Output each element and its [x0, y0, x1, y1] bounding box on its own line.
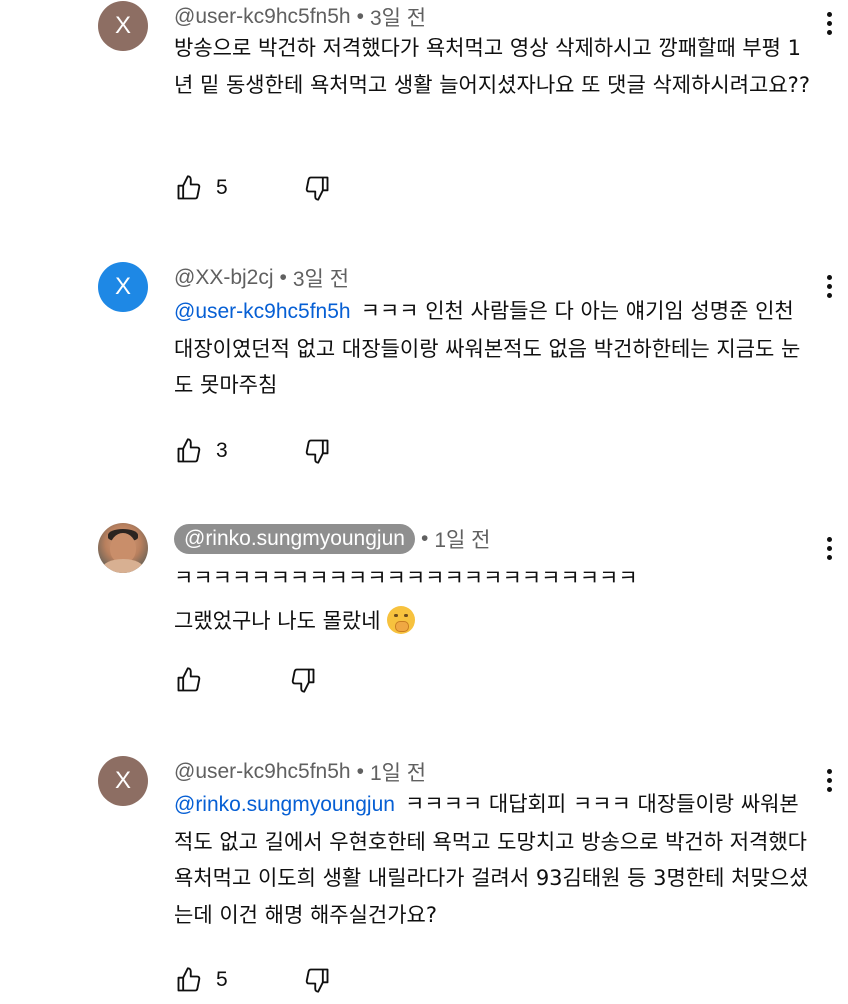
comment-text-content: 방송으로 박건하 저격했다가 욕처먹고 영상 삭제하시고 깡패할때 부평 1년 … [174, 36, 810, 97]
dislike-button[interactable] [302, 436, 332, 466]
comment-text: ㅋㅋㅋㅋㅋㅋㅋㅋㅋㅋㅋㅋㅋㅋㅋㅋㅋㅋㅋㅋㅋㅋㅋㅋ 그랬었구나 나도 몰랐네 [174, 560, 814, 639]
like-count: 5 [216, 176, 228, 199]
comment-actions [174, 665, 318, 695]
like-count: 5 [216, 968, 228, 991]
comment-text-content: 그랬었구나 나도 몰랐네 [174, 608, 381, 633]
meta-separator: • [356, 5, 364, 28]
thumbs-down-icon [305, 176, 329, 201]
comment-text: @user-kc9hc5fn5h ㅋㅋㅋ 인천 사람들은 다 아는 얘기임 성명준… [174, 293, 814, 404]
like-button[interactable] [174, 173, 204, 203]
thumbs-up-icon [177, 967, 201, 992]
thumbs-up-icon [177, 667, 201, 692]
dislike-button[interactable] [288, 665, 318, 695]
dislike-button[interactable] [302, 965, 332, 995]
comment-mention-link[interactable]: @rinko.sungmyoungjun [174, 793, 395, 816]
comment-author-handle[interactable]: @rinko.sungmyoungjun [174, 524, 415, 554]
hand-over-mouth-emoji [386, 605, 415, 634]
avatar[interactable]: X [98, 1, 148, 51]
comment-timestamp[interactable]: 1일 전 [434, 524, 490, 554]
comment-actions: 5 [174, 173, 332, 203]
thumbs-up-icon [177, 175, 201, 200]
avatar-letter: X [114, 767, 131, 794]
comment-text: 방송으로 박건하 저격했다가 욕처먹고 영상 삭제하시고 깡패할때 부평 1년 … [174, 30, 814, 103]
avatar-body [102, 559, 144, 573]
comment-meta: @rinko.sungmyoungjun • 1일 전 [174, 524, 490, 554]
comment-meta: @user-kc9hc5fn5h • 1일 전 [174, 757, 426, 787]
avatar-letter: X [114, 273, 131, 300]
comment-mention-link[interactable]: @user-kc9hc5fn5h [174, 300, 351, 323]
thumbs-down-icon [305, 439, 329, 464]
comment-text-line-2: 그랬었구나 나도 몰랐네 [174, 603, 814, 640]
like-button[interactable] [174, 965, 204, 995]
meta-separator: • [420, 527, 429, 550]
avatar[interactable]: X [98, 756, 148, 806]
comment-meta: @user-kc9hc5fn5h • 3일 전 [174, 2, 426, 32]
thumbs-down-icon [291, 668, 315, 693]
comment-author-handle[interactable]: @XX-bj2cj [174, 266, 274, 290]
more-vertical-icon[interactable] [818, 8, 840, 38]
comment-timestamp[interactable]: 3일 전 [370, 2, 426, 32]
comment-text: @rinko.sungmyoungjun ㅋㅋㅋㅋ 대답회피 ㅋㅋㅋ 대장들이랑 … [174, 786, 814, 933]
like-button[interactable] [174, 436, 204, 466]
thumbs-down-icon [305, 968, 329, 993]
more-vertical-icon[interactable] [818, 533, 840, 563]
avatar[interactable] [98, 523, 148, 573]
comment-timestamp[interactable]: 3일 전 [293, 263, 349, 293]
comment-author-handle[interactable]: @user-kc9hc5fn5h [174, 760, 351, 784]
comment-meta: @XX-bj2cj • 3일 전 [174, 263, 349, 293]
comment-timestamp[interactable]: 1일 전 [370, 757, 426, 787]
comment-text-line-1: ㅋㅋㅋㅋㅋㅋㅋㅋㅋㅋㅋㅋㅋㅋㅋㅋㅋㅋㅋㅋㅋㅋㅋㅋ [174, 566, 638, 590]
meta-separator: • [356, 760, 364, 783]
comment-author-handle[interactable]: @user-kc9hc5fn5h [174, 5, 351, 29]
avatar[interactable]: X [98, 262, 148, 312]
comment-actions: 5 [174, 965, 332, 995]
like-count: 3 [216, 439, 228, 462]
more-vertical-icon[interactable] [818, 271, 840, 301]
comment-actions: 3 [174, 436, 332, 466]
meta-separator: • [279, 266, 287, 289]
thumbs-up-icon [177, 438, 201, 463]
like-button[interactable] [174, 665, 204, 695]
more-vertical-icon[interactable] [818, 765, 840, 795]
dislike-button[interactable] [302, 173, 332, 203]
avatar-letter: X [114, 12, 131, 39]
